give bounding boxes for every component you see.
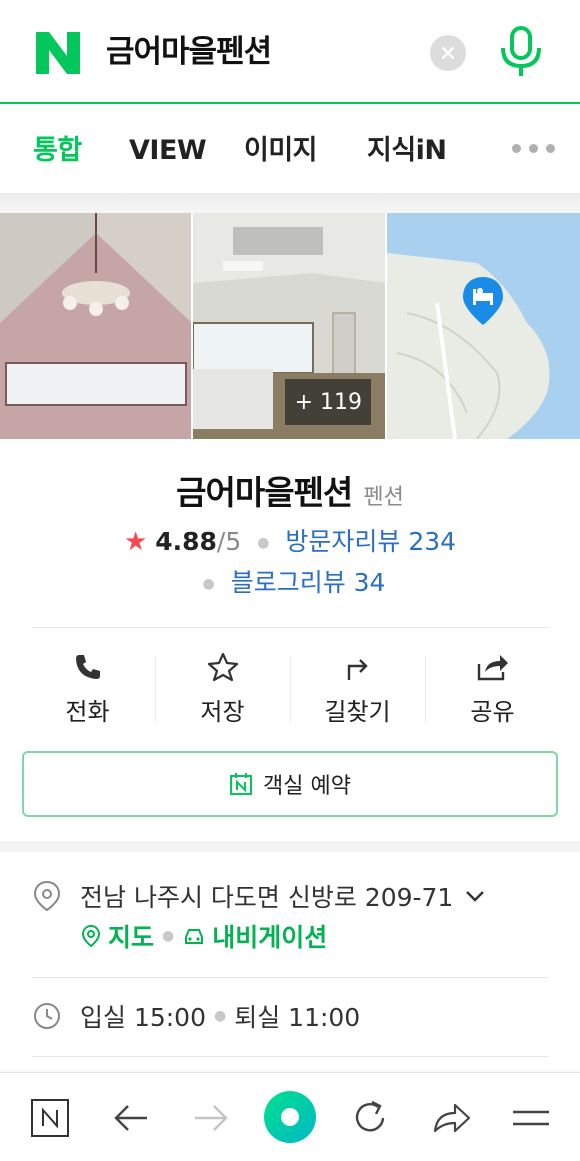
- rating-value: 4.88: [155, 527, 217, 556]
- place-title-row: 금어마을펜션 펜션: [0, 466, 580, 514]
- lodging-map-pin-icon[interactable]: [461, 275, 505, 327]
- tabs-divider: [0, 193, 580, 213]
- navigation-link[interactable]: 내비게이션: [212, 918, 327, 954]
- checkout-time: 퇴실 11:00: [234, 1003, 361, 1032]
- checkin-row: 입실 15:00 ● 퇴실 11:00: [32, 996, 548, 1036]
- share-label: 공유: [470, 698, 515, 726]
- search-query[interactable]: 금어마을펜션: [106, 30, 272, 74]
- share-button[interactable]: 공유: [425, 640, 560, 736]
- rating-row: ★ 4.88/5 ● 방문자리뷰 234: [0, 522, 580, 558]
- clear-search-button[interactable]: [430, 35, 466, 71]
- room-booking-button[interactable]: 객실 예약: [22, 751, 558, 817]
- divider: [32, 1056, 548, 1057]
- phone-icon: [75, 655, 100, 679]
- action-buttons: 전화 저장 길찾기 공유: [20, 640, 560, 736]
- photo-room-interior[interactable]: + 119: [193, 213, 385, 439]
- place-name: 금어마을펜션: [176, 473, 353, 512]
- arrow-left-icon: [114, 1105, 147, 1131]
- refresh-button[interactable]: [345, 1093, 395, 1143]
- address-row[interactable]: 전남 나주시 다도면 신방로 209-71: [32, 876, 548, 916]
- clock-icon: [34, 1003, 60, 1029]
- location-pin-icon: [33, 880, 61, 912]
- star-icon: ★: [123, 527, 148, 557]
- divider: [32, 977, 548, 978]
- back-button[interactable]: [106, 1093, 156, 1143]
- bottom-navigation: [0, 1072, 580, 1161]
- menu-icon: [513, 1110, 549, 1126]
- separator-dot: ●: [162, 928, 175, 944]
- green-dot-icon: [264, 1091, 316, 1143]
- save-button[interactable]: 저장: [155, 640, 290, 736]
- divider: [32, 627, 548, 628]
- green-dot-button[interactable]: [262, 1089, 318, 1145]
- tab-knowledge-in[interactable]: 지식iN: [367, 134, 447, 168]
- directions-label: 길찾기: [324, 698, 391, 726]
- separator-dot: ●: [214, 1008, 227, 1024]
- car-navigation-icon: [185, 929, 204, 944]
- directions-button[interactable]: 길찾기: [290, 640, 425, 736]
- arrow-right-icon: [195, 1105, 228, 1131]
- share-icon: [477, 655, 508, 681]
- share-arrow-icon: [433, 1103, 471, 1133]
- separator-dot: ●: [202, 576, 215, 592]
- naver-home-button[interactable]: [25, 1093, 75, 1143]
- room-photo-image: [0, 213, 192, 439]
- tab-images[interactable]: 이미지: [244, 134, 318, 168]
- visitor-reviews-link[interactable]: 방문자리뷰 234: [285, 527, 456, 556]
- share-page-button[interactable]: [426, 1093, 476, 1143]
- directions-icon: [347, 659, 368, 680]
- booking-label: 객실 예약: [263, 774, 351, 799]
- naver-home-icon: [31, 1099, 69, 1137]
- checkin-time: 입실 15:00: [80, 1003, 206, 1032]
- rating-max: /5: [216, 527, 242, 556]
- tab-view[interactable]: VIEW: [129, 134, 207, 168]
- photo-strip: + 119: [0, 213, 580, 439]
- more-photos-badge[interactable]: + 119: [285, 379, 372, 425]
- photo-room-chandelier[interactable]: [0, 213, 192, 439]
- forward-button[interactable]: [186, 1093, 236, 1143]
- place-category: 펜션: [363, 485, 404, 510]
- tab-integrated[interactable]: 통합: [33, 134, 82, 168]
- call-label: 전화: [65, 698, 110, 726]
- search-tabs: 통합 VIEW 이미지 지식iN: [0, 106, 580, 196]
- section-gap: [0, 842, 580, 852]
- star-outline-icon: [207, 652, 238, 682]
- naver-booking-icon: [230, 773, 253, 795]
- search-bar: 금어마을펜션: [0, 0, 580, 104]
- call-button[interactable]: 전화: [20, 640, 155, 736]
- map-link[interactable]: 지도: [108, 918, 154, 954]
- map-thumbnail[interactable]: [386, 213, 580, 439]
- blog-review-row: ● 블로그리뷰 34: [0, 563, 580, 599]
- naver-logo-icon[interactable]: [36, 32, 80, 74]
- save-label: 저장: [200, 698, 245, 726]
- blog-reviews-link[interactable]: 블로그리뷰 34: [231, 568, 386, 597]
- separator-dot: ●: [257, 535, 270, 551]
- address-links: 지도 ● 내비게이션: [80, 918, 327, 954]
- close-icon: [441, 46, 455, 60]
- more-tabs-icon[interactable]: [512, 144, 555, 153]
- refresh-icon: [355, 1100, 385, 1132]
- microphone-icon[interactable]: [498, 26, 544, 78]
- address-text: 전남 나주시 다도면 신방로 209-71: [80, 883, 454, 912]
- menu-button[interactable]: [506, 1093, 556, 1143]
- chevron-down-icon[interactable]: [465, 889, 485, 903]
- map-pin-icon: [81, 924, 101, 948]
